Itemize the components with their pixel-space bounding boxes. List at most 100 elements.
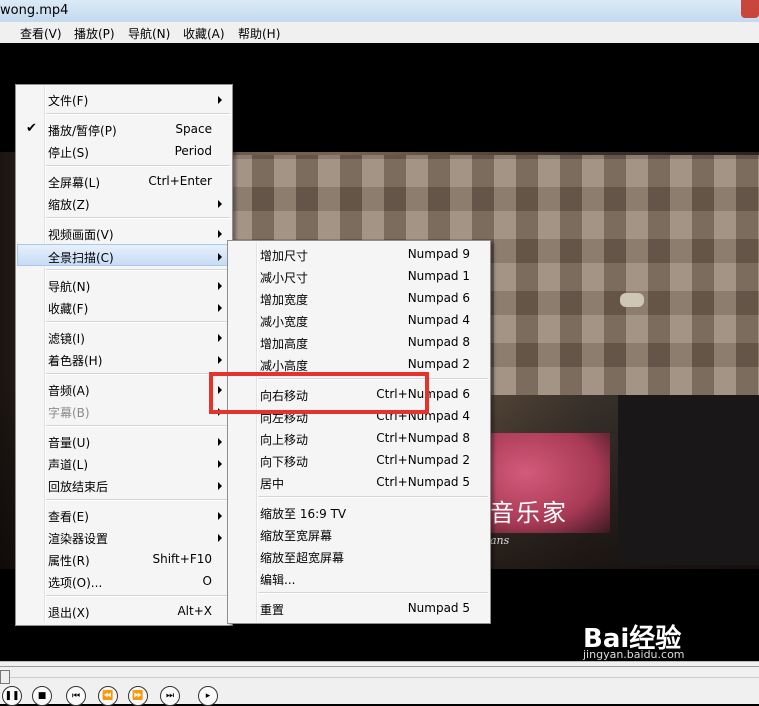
menu-item-label: 视频画面(V) — [48, 228, 114, 242]
submenu-arrow-icon — [218, 96, 222, 104]
watermark-url: jingyan.baidu.com — [583, 648, 685, 661]
submenu-arrow-icon — [218, 534, 222, 542]
menu-item-label: 收藏(F) — [48, 302, 89, 316]
context-menu: 文件(F) ✔ 播放/暂停(P) Space 停止(S) Period 全屏幕(L) Ctrl… — [15, 84, 233, 626]
menu-item-滤镜[interactable]: 滤镜(I) — [18, 326, 230, 348]
menu-item-shortcut: Numpad 2 — [407, 357, 470, 371]
menubar-navigate[interactable]: 导航(N) — [128, 25, 170, 42]
menu-item-label: 字幕(B) — [48, 406, 90, 420]
menu-item-shortcut: Ctrl+Numpad 2 — [376, 453, 470, 467]
menu-item-文件[interactable]: 文件(F) — [18, 88, 230, 110]
menu-item-shortcut: Numpad 5 — [407, 601, 470, 615]
video-subtitle-english: ans — [490, 534, 510, 547]
menu-item-渲染器设置[interactable]: 渲染器设置 — [18, 526, 230, 548]
submenu-arrow-icon — [218, 356, 222, 364]
menu-item-shortcut: Alt+X — [177, 604, 212, 618]
menu-item-着色器[interactable]: 着色器(H) — [18, 348, 230, 370]
lamp — [620, 293, 644, 307]
menubar-favorites[interactable]: 收藏(A) — [183, 25, 225, 42]
menu-item-回放结束后[interactable]: 回放结束后 — [18, 474, 230, 496]
annotation-highlight-box — [209, 372, 429, 414]
menu-item-查看[interactable]: 查看(E) — [18, 504, 230, 526]
menu-item-缩放[interactable]: 缩放(Z) — [18, 192, 230, 214]
menu-item-label: 全屏幕(L) — [48, 176, 101, 190]
submenu-item-缩放至超宽屏幕[interactable]: 缩放至超宽屏幕 — [230, 545, 488, 567]
menu-separator — [46, 595, 230, 597]
menu-item-声道[interactable]: 声道(L) — [18, 452, 230, 474]
submenu-arrow-icon — [218, 282, 222, 290]
submenu-item-向上移动[interactable]: 向上移动 Ctrl+Numpad 8 — [230, 427, 488, 449]
menu-item-label: 缩放(Z) — [48, 198, 90, 212]
menu-item-音量[interactable]: 音量(U) — [18, 430, 230, 452]
menu-item-shortcut: Numpad 4 — [407, 313, 470, 327]
menu-item-字幕: 字幕(B) — [18, 400, 230, 422]
menu-item-label: 全景扫描(C) — [48, 251, 114, 265]
menu-separator — [46, 113, 230, 115]
menu-item-label: 增加宽度 — [260, 293, 309, 307]
menu-item-shortcut: O — [202, 574, 212, 588]
fast-forward-icon[interactable]: ⏩ — [128, 686, 148, 706]
menu-item-label: 缩放至 16:9 TV — [260, 507, 347, 521]
pause-icon[interactable]: ❚❚ — [2, 686, 22, 706]
submenu-item-减小尺寸[interactable]: 减小尺寸 Numpad 1 — [230, 265, 488, 287]
seek-bar[interactable] — [0, 666, 759, 684]
close-window-button[interactable] — [741, 0, 759, 18]
menu-item-label: 文件(F) — [48, 94, 89, 108]
menubar-help[interactable]: 帮助(H) — [238, 25, 280, 42]
menu-bar: 查看(V) 播放(P) 导航(N) 收藏(A) 帮助(H) — [0, 22, 759, 44]
skip-forward-icon[interactable]: ⏭ — [160, 686, 180, 706]
submenu-item-增加高度[interactable]: 增加高度 Numpad 8 — [230, 331, 488, 353]
submenu-item-增加尺寸[interactable]: 增加尺寸 Numpad 9 — [230, 243, 488, 265]
menu-item-选项[interactable]: 选项(O)... O — [18, 570, 230, 592]
menu-item-label: 查看(E) — [48, 510, 89, 524]
menu-item-视频画面[interactable]: 视频画面(V) — [18, 222, 230, 244]
title-bar: wong.mp4 — [0, 0, 759, 22]
menubar-view[interactable]: 查看(V) — [20, 25, 62, 42]
menu-item-shortcut: Space — [175, 122, 212, 136]
menu-item-shortcut: Ctrl+Numpad 5 — [376, 475, 470, 489]
submenu-item-增加宽度[interactable]: 增加宽度 Numpad 6 — [230, 287, 488, 309]
menu-item-音频[interactable]: 音频(A) — [18, 378, 230, 400]
menu-item-label: 回放结束后 — [48, 480, 109, 494]
submenu-arrow-icon — [218, 438, 222, 446]
seek-thumb[interactable] — [0, 670, 10, 684]
menu-separator — [46, 373, 230, 375]
menu-separator — [46, 499, 230, 501]
submenu-arrow-icon — [218, 304, 222, 312]
submenu-item-缩放至宽屏幕[interactable]: 缩放至宽屏幕 — [230, 523, 488, 545]
menu-item-label: 缩放至超宽屏幕 — [260, 551, 345, 565]
submenu-item-编辑[interactable]: 编辑... — [230, 567, 488, 589]
menu-item-shortcut: Ctrl+Numpad 8 — [376, 431, 470, 445]
menu-item-停止[interactable]: 停止(S) Period — [18, 140, 230, 162]
rewind-icon[interactable]: ⏪ — [98, 686, 118, 706]
menu-item-label: 停止(S) — [48, 146, 89, 160]
menu-item-播放-暂停[interactable]: ✔ 播放/暂停(P) Space — [18, 118, 230, 140]
menu-item-收藏[interactable]: 收藏(F) — [18, 296, 230, 318]
menubar-play[interactable]: 播放(P) — [74, 25, 115, 42]
menu-item-属性[interactable]: 属性(R) Shift+F10 — [18, 548, 230, 570]
menu-item-退出[interactable]: 退出(X) Alt+X — [18, 600, 230, 622]
submenu-item-居中[interactable]: 居中 Ctrl+Numpad 5 — [230, 471, 488, 493]
submenu-item-缩放至-16-9-TV[interactable]: 缩放至 16:9 TV — [230, 501, 488, 523]
menu-separator — [46, 217, 230, 219]
frame-step-icon[interactable]: ▸ — [198, 686, 218, 706]
menu-item-label: 向下移动 — [260, 455, 309, 469]
submenu-item-重置[interactable]: 重置 Numpad 5 — [230, 597, 488, 619]
menu-item-导航[interactable]: 导航(N) — [18, 274, 230, 296]
menu-item-label: 音量(U) — [48, 436, 91, 450]
menu-item-全屏幕[interactable]: 全屏幕(L) Ctrl+Enter — [18, 170, 230, 192]
menu-item-label: 声道(L) — [48, 458, 89, 472]
menu-separator — [46, 321, 230, 323]
menu-item-shortcut: Numpad 9 — [407, 247, 470, 261]
menu-item-label: 重置 — [260, 603, 285, 617]
menu-item-全景扫描[interactable]: 全景扫描(C) — [17, 244, 231, 266]
stop-icon[interactable]: ■ — [32, 686, 52, 706]
submenu-arrow-icon — [218, 512, 222, 520]
menu-item-label: 居中 — [260, 477, 285, 491]
control-bar: ❚❚ ■ ⏮ ⏪ ⏩ ⏭ ▸ — [0, 661, 759, 706]
menu-item-label: 减小宽度 — [260, 315, 309, 329]
menu-item-label: 退出(X) — [48, 606, 90, 620]
submenu-item-减小宽度[interactable]: 减小宽度 Numpad 4 — [230, 309, 488, 331]
skip-back-icon[interactable]: ⏮ — [66, 686, 86, 706]
submenu-item-向下移动[interactable]: 向下移动 Ctrl+Numpad 2 — [230, 449, 488, 471]
